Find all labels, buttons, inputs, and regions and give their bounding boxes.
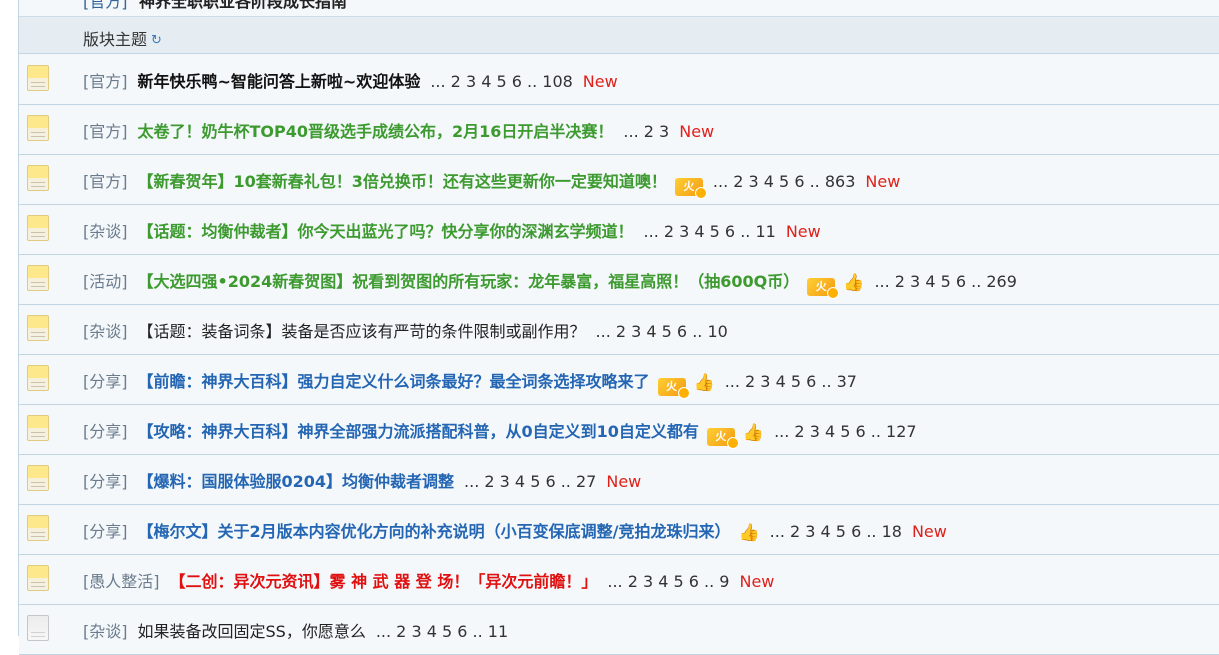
thread-line: [分享] 【梅尔文】关于2月版本内容优化方向的补充说明（小百变保底调整/竞拍龙珠归… (83, 518, 947, 543)
thread-line: [官方] 太卷了！奶牛杯TOP40晋级选手成绩公布，2月16日开启半决赛！ ... … (83, 118, 714, 142)
thread-row[interactable]: [官方] 太卷了！奶牛杯TOP40晋级选手成绩公布，2月16日开启半决赛！ ... … (19, 105, 1219, 155)
thread-title[interactable]: 【话题：装备词条】装备是否应该有严苛的条件限制或副作用？ (138, 322, 586, 341)
hot-icon: 火 (706, 428, 739, 449)
hot-icon: 火 (657, 378, 690, 399)
thread-row[interactable]: [官方] 【新春贺年】10套新春礼包！3倍兑换币！还有这些更新你一定要知道噢！ 火.… (19, 155, 1219, 205)
thread-line: [杂谈] 【话题：装备词条】装备是否应该有严苛的条件限制或副作用？ ... 2 3 … (83, 318, 728, 342)
new-badge: New (865, 172, 901, 191)
thread-line: [活动] 【大选四强•2024新春贺图】祝看到贺图的所有玩家：龙年暴富，福星高照！… (83, 268, 1017, 299)
thread-title[interactable]: 【大选四强•2024新春贺图】祝看到贺图的所有玩家：龙年暴富，福星高照！（抽60… (138, 272, 800, 291)
thread-tag[interactable]: [官方] (83, 172, 128, 191)
new-badge: New (911, 522, 947, 541)
thread-tag[interactable]: [杂谈] (83, 622, 128, 641)
thread-row[interactable]: [分享] 【前瞻：神界大百科】强力自定义什么词条最好？最全词条选择攻略来了火 👍..… (19, 355, 1219, 405)
thread-pages[interactable]: ... 2 3 4 5 6 .. 18 (770, 522, 902, 541)
thread-row[interactable]: [活动] 【大选四强•2024新春贺图】祝看到贺图的所有玩家：龙年暴富，福星高照！… (19, 255, 1219, 305)
thumbs-up-icon: 👍 (742, 423, 765, 443)
thread-tag[interactable]: [活动] (83, 272, 128, 291)
thread-pages[interactable]: ... 2 3 4 5 6 .. 11 (376, 622, 508, 641)
thread-title[interactable]: 太卷了！奶牛杯TOP40晋级选手成绩公布，2月16日开启半决赛！ (138, 122, 614, 141)
thread-title[interactable]: 【梅尔文】关于2月版本内容优化方向的补充说明（小百变保底调整/竞拍龙珠归来） (138, 522, 731, 541)
thread-row[interactable]: [官方] 新年快乐鸭~智能问答上新啦~欢迎体验 ... 2 3 4 5 6 .. 1… (19, 55, 1219, 105)
thread-pages[interactable]: ... 2 3 4 5 6 .. 108 (430, 72, 572, 91)
thumbs-up-icon: 👍 (693, 373, 715, 393)
thread-doc-icon[interactable] (27, 65, 49, 91)
thread-tag[interactable]: [官方] (83, 72, 128, 91)
thread-title[interactable]: 【攻略：神界大百科】神界全部强力流派搭配科普，从0自定义到10自定义都有 (138, 422, 699, 441)
thread-pages[interactable]: ... 2 3 4 5 6 .. 10 (596, 322, 728, 341)
thread-pages[interactable]: ... 2 3 4 5 6 .. 37 (725, 372, 857, 391)
thread-tag[interactable]: [分享] (83, 522, 128, 541)
thumbs-up-icon: 👍 (843, 273, 865, 293)
thread-doc-icon[interactable] (27, 365, 49, 391)
thread-line: [分享] 【攻略：神界大百科】神界全部强力流派搭配科普，从0自定义到10自定义都有… (83, 418, 917, 449)
thread-title[interactable]: 新年快乐鸭~智能问答上新啦~欢迎体验 (138, 72, 421, 91)
thread-pages[interactable]: ... 2 3 (623, 122, 669, 141)
thread-row[interactable]: [分享] 【梅尔文】关于2月版本内容优化方向的补充说明（小百变保底调整/竞拍龙珠归… (19, 505, 1219, 555)
thread-pages[interactable]: ... 2 3 4 5 6 .. 127 (774, 422, 916, 441)
thread-line: [官方] 【新春贺年】10套新春礼包！3倍兑换币！还有这些更新你一定要知道噢！ 火.… (83, 168, 901, 199)
thread-pages[interactable]: ... 2 3 4 5 6 .. 9 (607, 572, 729, 591)
thread-row[interactable]: [分享] 【攻略：神界大百科】神界全部强力流派搭配科普，从0自定义到10自定义都有… (19, 405, 1219, 455)
new-badge: New (785, 222, 821, 241)
new-badge: New (679, 122, 715, 141)
thread-row[interactable]: [杂谈] 【话题：均衡仲裁者】你今天出蓝光了吗？快分享你的深渊玄学频道！ ... 2… (19, 205, 1219, 255)
thread-tag[interactable]: [杂谈] (83, 222, 128, 241)
refresh-icon[interactable]: ↻ (151, 33, 162, 48)
thread-doc-icon[interactable] (27, 315, 49, 341)
thread-tag[interactable]: [分享] (83, 422, 128, 441)
thread-line: [分享] 【爆料：国服体验服0204】均衡仲裁者调整 ... 2 3 4 5 6 .… (83, 468, 641, 492)
thread-row[interactable]: [分享] 【爆料：国服体验服0204】均衡仲裁者调整 ... 2 3 4 5 6 .… (19, 455, 1219, 505)
thread-line: [愚人整活] 【二创：异次元资讯】雾 神 武 器 登 场！「异次元前瞻！」 ... … (83, 568, 774, 592)
thread-title[interactable]: 【话题：均衡仲裁者】你今天出蓝光了吗？快分享你的深渊玄学频道！ (138, 222, 634, 241)
new-badge: New (739, 572, 775, 591)
new-badge: New (606, 472, 642, 491)
thread-doc-icon[interactable] (27, 615, 49, 641)
thread-row-partial[interactable]: [官方] 神界全职职业各阶段成长指南 (19, 0, 1219, 17)
thread-pages[interactable]: ... 2 3 4 5 6 .. 11 (644, 222, 776, 241)
thread-doc-icon[interactable] (27, 415, 49, 441)
thread-row[interactable]: [杂谈] 【话题：装备词条】装备是否应该有严苛的条件限制或副作用？ ... 2 3 … (19, 305, 1219, 355)
section-label-text: 版块主题 (83, 30, 148, 49)
thread-doc-icon[interactable] (27, 215, 49, 241)
thread-tag[interactable]: [官方] (83, 122, 128, 141)
thread-tag[interactable]: [分享] (83, 472, 128, 491)
thread-list: [官方] 神界全职职业各阶段成长指南 版块主题 ↻ [官方] 新年快乐鸭~智能问答上… (18, 0, 1219, 655)
thread-doc-icon[interactable] (27, 265, 49, 291)
thread-line: [杂谈] 如果装备改回固定SS，你愿意么 ... 2 3 4 5 6 .. 11 (83, 618, 508, 642)
thread-tag[interactable]: [分享] (83, 372, 128, 391)
section-header: 版块主题 ↻ (19, 17, 1219, 54)
thread-tag[interactable]: [杂谈] (83, 322, 128, 341)
thread-line: [官方] 新年快乐鸭~智能问答上新啦~欢迎体验 ... 2 3 4 5 6 .. 1… (83, 68, 618, 92)
thread-title[interactable]: 【爆料：国服体验服0204】均衡仲裁者调整 (138, 472, 455, 491)
thread-doc-icon[interactable] (27, 465, 49, 491)
thread-title[interactable]: 神界全职职业各阶段成长指南 (139, 0, 347, 12)
thread-doc-icon[interactable] (27, 565, 49, 591)
thread-line: [杂谈] 【话题：均衡仲裁者】你今天出蓝光了吗？快分享你的深渊玄学频道！ ... 2… (83, 218, 821, 242)
thread-pages[interactable]: ... 2 3 4 5 6 .. 863 (713, 172, 855, 191)
thread-tag[interactable]: [官方] (83, 0, 128, 12)
thread-title[interactable]: 【新春贺年】10套新春礼包！3倍兑换币！还有这些更新你一定要知道噢！ (138, 172, 667, 191)
hot-icon: 火 (674, 178, 707, 199)
section-label: 版块主题 ↻ (83, 26, 162, 50)
thread-tag[interactable]: [愚人整活] (83, 572, 160, 591)
thread-doc-icon[interactable] (27, 165, 49, 191)
thread-row[interactable]: [愚人整活] 【二创：异次元资讯】雾 神 武 器 登 场！「异次元前瞻！」 ... … (19, 555, 1219, 605)
thread-doc-icon[interactable] (27, 515, 49, 541)
thread-line: [分享] 【前瞻：神界大百科】强力自定义什么词条最好？最全词条选择攻略来了火 👍..… (83, 368, 857, 399)
thread-doc-icon[interactable] (27, 115, 49, 141)
thread-row[interactable]: [杂谈] 如果装备改回固定SS，你愿意么 ... 2 3 4 5 6 .. 11 (19, 605, 1219, 655)
thread-title[interactable]: 【二创：异次元资讯】雾 神 武 器 登 场！「异次元前瞻！」 (170, 572, 598, 591)
hot-icon: 火 (807, 278, 840, 299)
thread-title[interactable]: 如果装备改回固定SS，你愿意么 (138, 622, 366, 641)
thread-pages[interactable]: ... 2 3 4 5 6 .. 269 (874, 272, 1016, 291)
thread-title[interactable]: 【前瞻：神界大百科】强力自定义什么词条最好？最全词条选择攻略来了 (138, 372, 650, 391)
thumbs-up-icon: 👍 (738, 523, 760, 543)
new-badge: New (582, 72, 618, 91)
thread-pages[interactable]: ... 2 3 4 5 6 .. 27 (464, 472, 596, 491)
